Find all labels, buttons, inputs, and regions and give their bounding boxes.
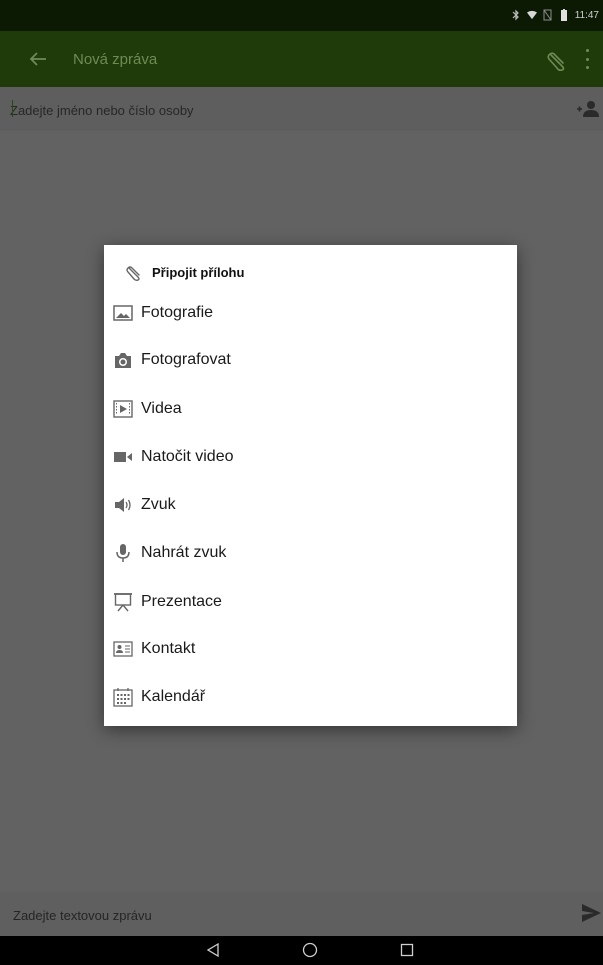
attach-option-videos[interactable]: Videa bbox=[104, 385, 517, 433]
attach-option-label: Fotografovat bbox=[141, 351, 231, 368]
attach-option-label: Prezentace bbox=[141, 593, 222, 610]
status-bar: 11:47 bbox=[0, 0, 603, 31]
navigation-bar bbox=[0, 936, 603, 965]
text-cursor bbox=[12, 100, 13, 117]
microphone-icon bbox=[113, 543, 133, 563]
attach-option-take-photo[interactable]: Fotografovat bbox=[104, 336, 517, 384]
attach-option-record-video[interactable]: Natočit video bbox=[104, 433, 517, 481]
attach-option-audio[interactable]: Zvuk bbox=[104, 481, 517, 529]
app-toolbar: Nová zpráva bbox=[0, 31, 603, 87]
attach-option-label: Zvuk bbox=[141, 496, 176, 513]
presentation-icon bbox=[113, 592, 133, 612]
battery-icon bbox=[559, 9, 569, 21]
bluetooth-icon bbox=[511, 9, 521, 21]
camera-icon bbox=[113, 350, 133, 370]
dialog-title-text: Připojit přílohu bbox=[152, 264, 245, 280]
page-title: Nová zpráva bbox=[73, 51, 158, 68]
status-time: 11:47 bbox=[574, 9, 599, 21]
attach-option-record-audio[interactable]: Nahrát zvuk bbox=[104, 529, 517, 577]
attach-option-contact[interactable]: Kontakt bbox=[104, 625, 517, 673]
no-sim-icon bbox=[543, 9, 553, 21]
more-vert-icon[interactable] bbox=[584, 49, 590, 69]
calendar-icon bbox=[113, 687, 133, 707]
paperclip-icon bbox=[124, 262, 144, 282]
nav-back-icon[interactable] bbox=[203, 940, 223, 960]
paperclip-icon[interactable] bbox=[544, 47, 570, 73]
nav-recents-icon[interactable] bbox=[397, 940, 417, 960]
nav-home-icon[interactable] bbox=[300, 940, 320, 960]
send-icon[interactable] bbox=[580, 902, 602, 924]
videocam-icon bbox=[113, 447, 133, 467]
attach-option-label: Videa bbox=[141, 400, 182, 417]
contact-card-icon bbox=[113, 639, 133, 659]
dialog-title: Připojit přílohu bbox=[124, 262, 244, 282]
message-input[interactable] bbox=[13, 905, 553, 925]
recipient-bar bbox=[0, 87, 603, 131]
add-person-icon[interactable] bbox=[576, 100, 600, 118]
attach-option-label: Natočit video bbox=[141, 448, 234, 465]
attach-option-calendar[interactable]: Kalendář bbox=[104, 673, 517, 721]
compose-bar bbox=[0, 892, 603, 936]
status-icons: 11:47 bbox=[511, 9, 599, 21]
attach-option-presentation[interactable]: Prezentace bbox=[104, 578, 517, 626]
arrow-back-icon[interactable] bbox=[26, 47, 50, 71]
attach-option-label: Kontakt bbox=[141, 640, 196, 657]
attach-option-label: Nahrát zvuk bbox=[141, 544, 227, 561]
image-icon bbox=[113, 303, 133, 323]
recipient-input[interactable] bbox=[10, 100, 530, 120]
attach-dialog: Připojit přílohu Fotografie Fotografovat… bbox=[104, 245, 517, 726]
video-file-icon bbox=[113, 399, 133, 419]
attach-option-label: Kalendář bbox=[141, 688, 206, 705]
attach-option-label: Fotografie bbox=[141, 304, 214, 321]
speaker-icon bbox=[113, 495, 133, 515]
wifi-icon bbox=[526, 9, 537, 21]
attach-option-photos[interactable]: Fotografie bbox=[104, 289, 517, 337]
